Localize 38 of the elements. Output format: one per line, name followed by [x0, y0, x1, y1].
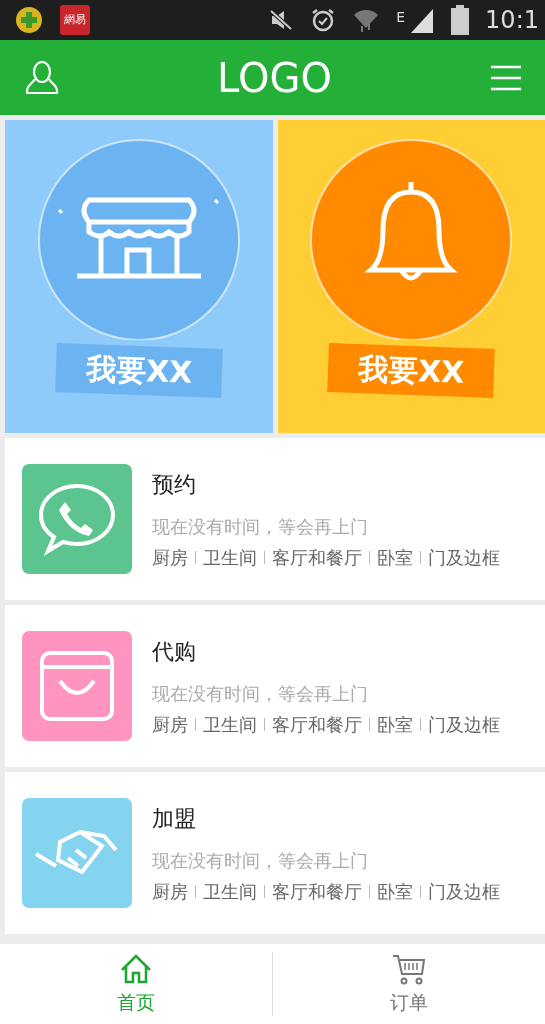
service-subtitle: 现在没有时间，等会再上门	[152, 514, 369, 539]
service-title: 加盟	[152, 804, 197, 833]
category-tag[interactable]: 门及边框	[428, 877, 500, 905]
service-subtitle: 现在没有时间，等会再上门	[152, 848, 369, 873]
banner-label: 我要XX	[327, 343, 496, 398]
nav-tab[interactable]: 首页	[0, 951, 272, 1017]
network-type-text: E	[396, 8, 406, 27]
security-app-icon	[14, 5, 44, 35]
category-tag[interactable]: 门及边框	[428, 543, 500, 571]
battery-icon	[451, 5, 470, 35]
service-card[interactable]: 代购 现在没有时间，等会再上门 厨房 卫生间 客厅和餐厅 卧室 门及边框	[5, 605, 545, 767]
service-card[interactable]: 预约 现在没有时间，等会再上门 厨房 卫生间 客厅和餐厅 卧室 门及边框	[5, 438, 545, 600]
category-tag[interactable]: 门及边框	[428, 710, 500, 738]
category-tag[interactable]: 客厅和餐厅	[272, 877, 362, 905]
category-tag[interactable]: 卧室	[377, 543, 413, 571]
category-tag[interactable]: 卫生间	[203, 710, 257, 738]
category-tag[interactable]: 卫生间	[203, 543, 257, 571]
news-app-icon: 網易	[60, 5, 90, 35]
category-tag[interactable]: 客厅和餐厅	[272, 543, 362, 571]
category-tag[interactable]: 客厅和餐厅	[272, 710, 362, 738]
clock-time: 10:1	[485, 5, 539, 36]
mute-icon	[268, 7, 295, 33]
profile-button[interactable]	[24, 59, 60, 96]
category-tag[interactable]: 厨房	[152, 877, 188, 905]
category-tag[interactable]: 卫生间	[203, 877, 257, 905]
service-subtitle: 现在没有时间，等会再上门	[152, 681, 369, 706]
logo-text: LOGO	[217, 53, 332, 103]
service-title: 代购	[152, 637, 197, 666]
banner-label: 我要XX	[54, 343, 223, 398]
category-tag[interactable]: 卧室	[377, 877, 413, 905]
service-title: 预约	[152, 470, 197, 499]
category-tag[interactable]: 厨房	[152, 543, 188, 571]
category-tag[interactable]: 卧室	[377, 710, 413, 738]
user-icon	[24, 59, 60, 96]
signal-icon	[409, 7, 436, 33]
nav-tab[interactable]: 订单	[273, 951, 545, 1017]
service-card[interactable]: 加盟 现在没有时间，等会再上门 厨房 卫生间 客厅和餐厅 卧室 门及边框	[5, 772, 545, 934]
category-tag[interactable]: 厨房	[152, 710, 188, 738]
